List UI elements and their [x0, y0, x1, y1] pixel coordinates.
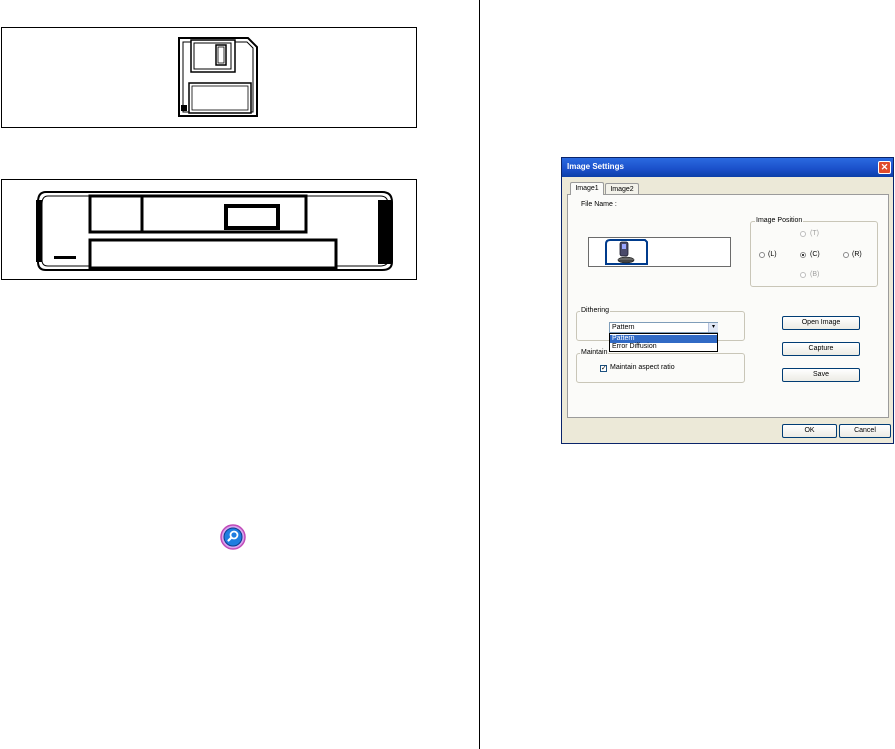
maintain-aspect-checkbox[interactable]: ✓: [600, 365, 607, 372]
save-label: Save: [813, 371, 829, 378]
chevron-down-icon: ▾: [711, 324, 715, 330]
capture-button[interactable]: Capture: [782, 342, 860, 356]
ok-button[interactable]: OK: [782, 424, 837, 438]
capture-label: Capture: [808, 345, 834, 352]
checkmark-icon: ✓: [601, 365, 607, 372]
image-position-legend: Image Position: [755, 217, 804, 224]
option-label: Pattern: [612, 335, 635, 342]
position-top-radio[interactable]: [800, 231, 806, 237]
dithering-option-pattern[interactable]: Pattern: [610, 335, 717, 343]
tab-image1[interactable]: Image1: [570, 182, 604, 195]
position-right-radio[interactable]: [843, 252, 849, 258]
tab-image1-label: Image1: [575, 185, 599, 192]
cartridge-panel: [1, 179, 417, 280]
position-center-radio[interactable]: [800, 252, 806, 258]
position-left-label: (L): [768, 251, 777, 258]
search-icon: [220, 524, 246, 550]
close-button[interactable]: ✕: [878, 161, 891, 174]
file-name-label: File Name :: [581, 201, 617, 208]
position-left-radio[interactable]: [759, 252, 765, 258]
cartridge-icon: [36, 191, 393, 271]
position-right-label: (R): [852, 251, 862, 258]
dithering-selected-value: Pattern: [612, 324, 635, 331]
dithering-option-error-diffusion[interactable]: Error Diffusion: [610, 343, 717, 351]
ok-label: OK: [804, 427, 815, 434]
maintain-legend: Maintain: [580, 349, 609, 356]
save-button[interactable]: Save: [782, 368, 860, 382]
close-icon: ✕: [880, 162, 889, 172]
image-preview: [588, 237, 731, 267]
position-bottom-label: (B): [810, 271, 820, 278]
floppy-disk-icon: [178, 37, 258, 117]
cancel-label: Cancel: [854, 427, 876, 434]
dithering-legend: Dithering: [580, 307, 611, 314]
floppy-disk-panel: [1, 27, 417, 128]
open-image-label: Open Image: [801, 319, 841, 326]
image-settings-dialog: Image Settings ✕ Image1 Image2 File Name…: [561, 157, 894, 444]
dialog-title: Image Settings: [567, 162, 624, 171]
dithering-select[interactable]: Pattern ▾: [609, 322, 718, 333]
position-bottom-radio[interactable]: [800, 272, 806, 278]
phone-icon: [605, 239, 648, 265]
maintain-aspect-label: Maintain aspect ratio: [610, 364, 675, 371]
position-center-label: (C): [810, 251, 820, 258]
option-label: Error Diffusion: [612, 343, 657, 350]
page-divider: [479, 0, 480, 749]
tab-image2-label: Image2: [610, 186, 634, 193]
position-top-label: (T): [810, 230, 819, 237]
dithering-dropdown-list: Pattern Error Diffusion: [609, 333, 718, 352]
open-image-button[interactable]: Open Image: [782, 316, 860, 330]
cancel-button[interactable]: Cancel: [839, 424, 891, 438]
dropdown-arrow[interactable]: ▾: [708, 323, 718, 332]
